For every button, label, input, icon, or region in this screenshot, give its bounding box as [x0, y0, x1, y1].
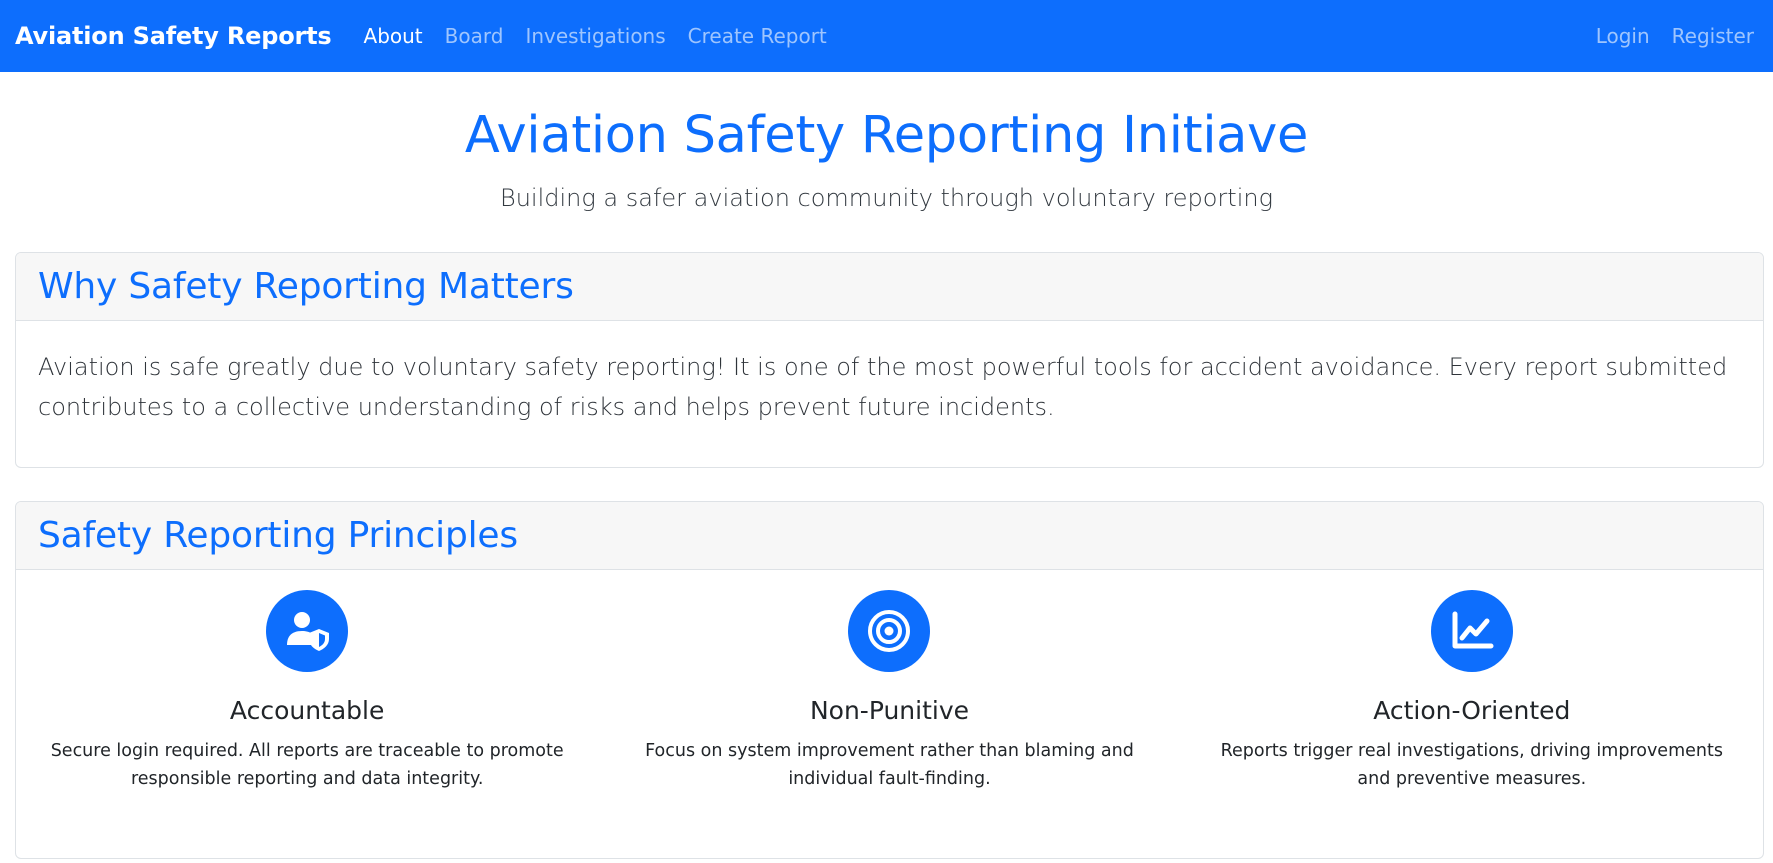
chart-line-icon	[1430, 590, 1513, 672]
nav-link-board[interactable]: Board	[445, 24, 504, 48]
why-card-body: Aviation is safe greatly due to voluntar…	[38, 353, 1728, 421]
why-card-header: Why Safety Reporting Matters	[16, 253, 1763, 321]
principle-text: Focus on system improvement rather than …	[645, 741, 1134, 789]
why-card: Why Safety Reporting Matters Aviation is…	[15, 252, 1764, 468]
nav-link-register[interactable]: Register	[1672, 24, 1754, 48]
nav-link-login[interactable]: Login	[1596, 24, 1650, 48]
principles-card: Safety Reporting Principles Accountable …	[15, 501, 1764, 859]
principle-title: Accountable	[229, 696, 385, 725]
principle-action-oriented: Action-Oriented Reports trigger real inv…	[1181, 590, 1763, 793]
principle-title: Non-Punitive	[809, 696, 970, 725]
principle-accountable: Accountable Secure login required. All r…	[16, 590, 598, 793]
hero: Aviation Safety Reporting Initiave Build…	[0, 72, 1773, 252]
principle-title: Action-Oriented	[1373, 696, 1571, 725]
user-shield-icon	[266, 590, 349, 672]
principles-card-header: Safety Reporting Principles	[16, 502, 1763, 570]
principle-text: Reports trigger real investigations, dri…	[1220, 741, 1723, 789]
nav-link-about[interactable]: About	[364, 24, 423, 48]
nav-link-create-report[interactable]: Create Report	[688, 24, 827, 48]
nav-links: About Board Investigations Create Report	[364, 24, 827, 48]
page-subtitle: Building a safer aviation community thro…	[500, 184, 1273, 212]
page-title: Aviation Safety Reporting Initiave	[464, 106, 1309, 165]
principles-list: Accountable Secure login required. All r…	[16, 570, 1763, 793]
nav-link-investigations[interactable]: Investigations	[525, 24, 665, 48]
brand-link[interactable]: Aviation Safety Reports	[15, 22, 332, 50]
nav-auth-links: Login Register	[1596, 24, 1758, 48]
principle-text: Secure login required. All reports are t…	[50, 741, 564, 789]
target-icon	[848, 590, 931, 672]
principles-card-title: Safety Reporting Principles	[38, 515, 518, 556]
principle-non-punitive: Non-Punitive Focus on system improvement…	[598, 590, 1180, 793]
navbar: Aviation Safety Reports About Board Inve…	[0, 0, 1773, 72]
why-card-title: Why Safety Reporting Matters	[38, 266, 574, 307]
